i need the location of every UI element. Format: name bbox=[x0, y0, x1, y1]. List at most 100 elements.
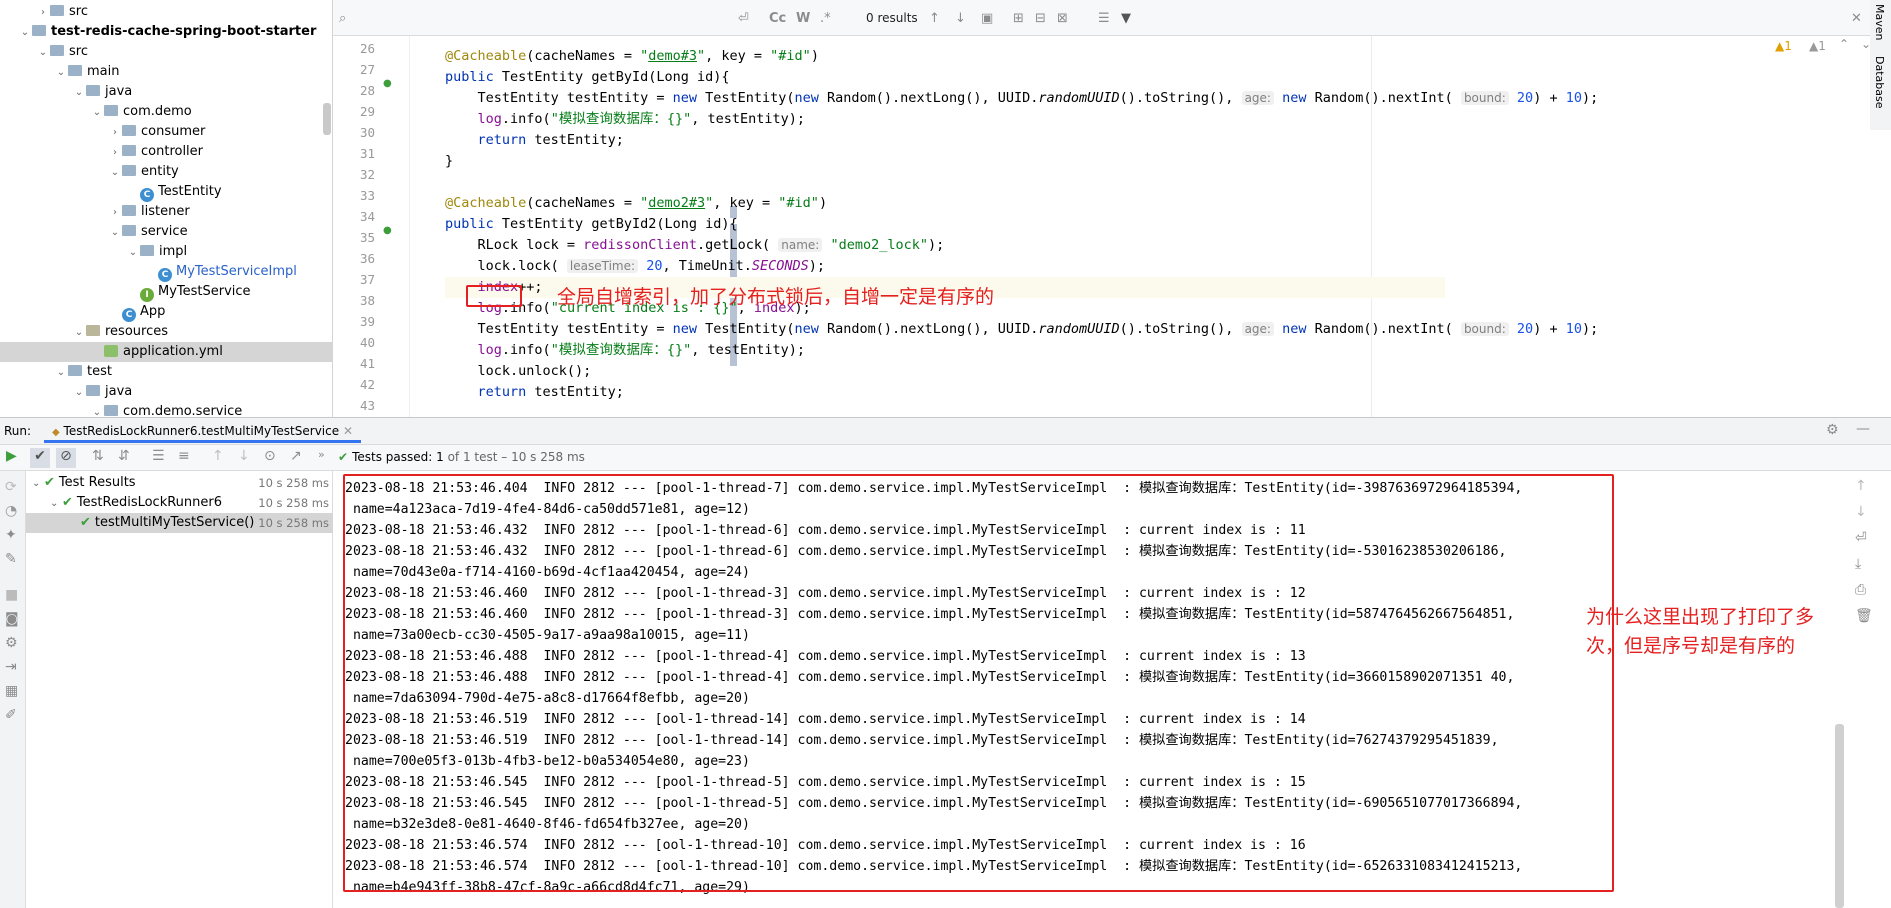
weak-warning-indicator[interactable]: ▲1 bbox=[1809, 39, 1826, 53]
tree-item[interactable]: ⌄ impl bbox=[0, 242, 332, 263]
settings-icon[interactable]: ⚙ bbox=[5, 635, 18, 651]
chevron-right-icon[interactable]: › bbox=[108, 123, 122, 143]
show-passed-icon[interactable]: ✔ bbox=[30, 448, 50, 468]
tree-item[interactable]: › consumer bbox=[0, 122, 332, 143]
previous-failed-icon[interactable]: ↑ bbox=[212, 448, 224, 464]
scroll-to-end-icon[interactable]: ⤓ bbox=[1855, 556, 1861, 572]
sort-alpha-icon[interactable]: ⇅ bbox=[92, 448, 104, 464]
tab-run-config[interactable]: ◆ TestRedisLockRunner6.testMultiMyTestSe… bbox=[44, 419, 361, 443]
multi-line-icon[interactable]: ☰ bbox=[1098, 11, 1110, 26]
tree-item[interactable]: › controller bbox=[0, 142, 332, 163]
chevron-down-icon[interactable]: ⌄ bbox=[108, 163, 122, 183]
camera-icon[interactable]: ◙ bbox=[5, 611, 19, 627]
override-icon[interactable]: ● bbox=[383, 78, 392, 89]
expand-all-icon[interactable]: ☰ bbox=[152, 448, 165, 464]
toggle-auto-test-icon[interactable]: ◔ bbox=[5, 503, 17, 519]
close-tab-icon[interactable]: ✕ bbox=[343, 424, 353, 438]
tree-item[interactable]: ⌄ java bbox=[0, 382, 332, 403]
tree-item[interactable]: ⌄ resources bbox=[0, 322, 332, 343]
chevron-down-icon[interactable]: ⌄ bbox=[90, 103, 104, 123]
stop-icon[interactable]: ■ bbox=[5, 587, 18, 603]
tree-item[interactable]: ⌄ test-redis-cache-spring-boot-starter bbox=[0, 22, 332, 43]
chevron-right-icon[interactable]: › bbox=[108, 203, 122, 223]
wrench-icon[interactable]: ✎ bbox=[5, 551, 17, 567]
chevron-up-icon[interactable]: ⌃ bbox=[1839, 37, 1849, 51]
tree-item[interactable]: I MyTestService bbox=[0, 282, 332, 302]
remove-selection-icon[interactable]: ⊟ bbox=[1035, 11, 1046, 26]
tree-item[interactable]: C TestEntity bbox=[0, 182, 332, 202]
tree-item[interactable]: ⌄ java bbox=[0, 82, 332, 103]
history-icon[interactable]: ⊙ bbox=[264, 448, 276, 464]
chevron-right-icon[interactable]: › bbox=[36, 3, 50, 23]
tree-item[interactable]: ⌄ main bbox=[0, 62, 332, 83]
test-result-item[interactable]: ✔ testMultiMyTestService() 10 s 258 ms bbox=[26, 513, 333, 533]
chevron-down-icon[interactable]: ⌄ bbox=[72, 83, 86, 103]
scroll-up-icon[interactable]: ↑ bbox=[1855, 478, 1867, 494]
minimize-icon[interactable]: — bbox=[1856, 421, 1870, 437]
maven-tab[interactable]: Maven bbox=[1873, 4, 1886, 40]
database-tab[interactable]: Database bbox=[1873, 56, 1886, 109]
chevron-down-icon[interactable]: ⌄ bbox=[90, 403, 104, 417]
soft-wrap-icon[interactable]: ⏎ bbox=[1855, 530, 1867, 546]
match-case-button[interactable]: Cc bbox=[769, 11, 786, 26]
project-tree[interactable]: › src ⌄ test-redis-cache-spring-boot-starte… bbox=[0, 0, 333, 417]
next-occurrence-icon[interactable]: ↓ bbox=[955, 11, 966, 26]
debug-icon[interactable]: ✦ bbox=[5, 527, 17, 543]
print-icon[interactable]: ⎙ bbox=[1855, 582, 1866, 598]
export-icon[interactable]: ↗ bbox=[290, 448, 302, 464]
regex-button[interactable]: .* bbox=[820, 11, 831, 26]
trash-icon[interactable]: 🗑 bbox=[1855, 608, 1873, 624]
tree-item[interactable]: ⌄ com.demo.service bbox=[0, 402, 332, 417]
tree-item[interactable]: ⌄ service bbox=[0, 222, 332, 243]
tree-item[interactable]: › src bbox=[0, 2, 332, 23]
warning-indicator[interactable]: ▲1 bbox=[1775, 39, 1792, 53]
words-button[interactable]: W bbox=[796, 11, 810, 26]
show-ignored-icon[interactable]: ⊘ bbox=[56, 448, 76, 468]
test-results-tree[interactable]: ⌄ ✔ Test Results 10 s 258 ms ⌄ ✔ TestRedisLock… bbox=[26, 471, 333, 908]
tree-item[interactable]: C MyTestServiceImpl bbox=[0, 262, 332, 282]
exclude-icon[interactable]: ⊠ bbox=[1057, 11, 1068, 26]
chevron-down-icon[interactable]: ⌄ bbox=[36, 43, 50, 63]
exit-icon[interactable]: ⇥ bbox=[5, 659, 17, 675]
chevron-down-icon[interactable]: ⌄ bbox=[50, 494, 62, 514]
console-output[interactable]: name=b4e943ff-38b8-47cf-8a9c-a66cd8d4fc7… bbox=[333, 471, 1891, 908]
tree-item[interactable]: application.yml bbox=[0, 342, 332, 362]
tree-scrollbar[interactable] bbox=[323, 103, 331, 135]
close-icon[interactable]: ✕ bbox=[1851, 11, 1862, 26]
select-all-icon[interactable]: ▣ bbox=[981, 11, 993, 26]
sort-duration-icon[interactable]: ⇵ bbox=[118, 448, 130, 464]
rerun-failed-icon[interactable]: ⟳ bbox=[5, 479, 17, 495]
gear-icon[interactable]: ⚙ bbox=[1826, 422, 1839, 438]
chevron-right-icon[interactable]: › bbox=[108, 143, 122, 163]
chevron-down-icon[interactable]: ⌄ bbox=[54, 363, 68, 383]
scroll-down-icon[interactable]: ↓ bbox=[1855, 504, 1867, 520]
tree-item[interactable]: ⌄ test bbox=[0, 362, 332, 383]
rerun-icon[interactable]: ▶ bbox=[6, 448, 17, 464]
chevron-down-icon[interactable]: ⌄ bbox=[126, 243, 140, 263]
chevron-down-icon[interactable]: ⌄ bbox=[18, 23, 32, 43]
test-result-item[interactable]: ⌄ ✔ TestRedisLockRunner6 10 s 258 ms bbox=[26, 493, 333, 513]
chevron-down-icon[interactable]: ⌄ bbox=[54, 63, 68, 83]
add-selection-icon[interactable]: ⊞ bbox=[1013, 11, 1024, 26]
more-icon[interactable]: » bbox=[318, 448, 325, 461]
tree-item[interactable]: › listener bbox=[0, 202, 332, 223]
console-scrollbar[interactable] bbox=[1835, 724, 1844, 908]
filter-icon[interactable]: ▼ bbox=[1121, 11, 1131, 26]
chevron-down-icon[interactable]: ⌄ bbox=[32, 474, 44, 494]
new-line-icon[interactable]: ⏎ bbox=[738, 11, 749, 26]
chevron-down-icon[interactable]: ⌄ bbox=[72, 383, 86, 403]
tree-item[interactable]: ⌄ src bbox=[0, 42, 332, 63]
tree-item[interactable]: C App bbox=[0, 302, 332, 322]
next-failed-icon[interactable]: ↓ bbox=[238, 448, 250, 464]
collapse-all-icon[interactable]: ≡ bbox=[178, 448, 190, 464]
previous-occurrence-icon[interactable]: ↑ bbox=[929, 11, 940, 26]
chevron-down-icon[interactable]: ⌄ bbox=[108, 223, 122, 243]
pin-icon[interactable]: ✐ bbox=[5, 707, 17, 723]
override-icon[interactable]: ● bbox=[383, 225, 392, 236]
tree-item[interactable]: ⌄ entity bbox=[0, 162, 332, 183]
chevron-down-icon[interactable]: ⌄ bbox=[72, 323, 86, 343]
search-icon[interactable]: ⌕ bbox=[339, 11, 346, 26]
layout-icon[interactable]: ▦ bbox=[5, 683, 18, 699]
tree-item[interactable]: ⌄ com.demo bbox=[0, 102, 332, 123]
code-editor[interactable]: 26 27 28 29 30 31 32 33 34 35 36 37 38 39 40 41 42 43 ● ● ▲… bbox=[333, 36, 1891, 417]
